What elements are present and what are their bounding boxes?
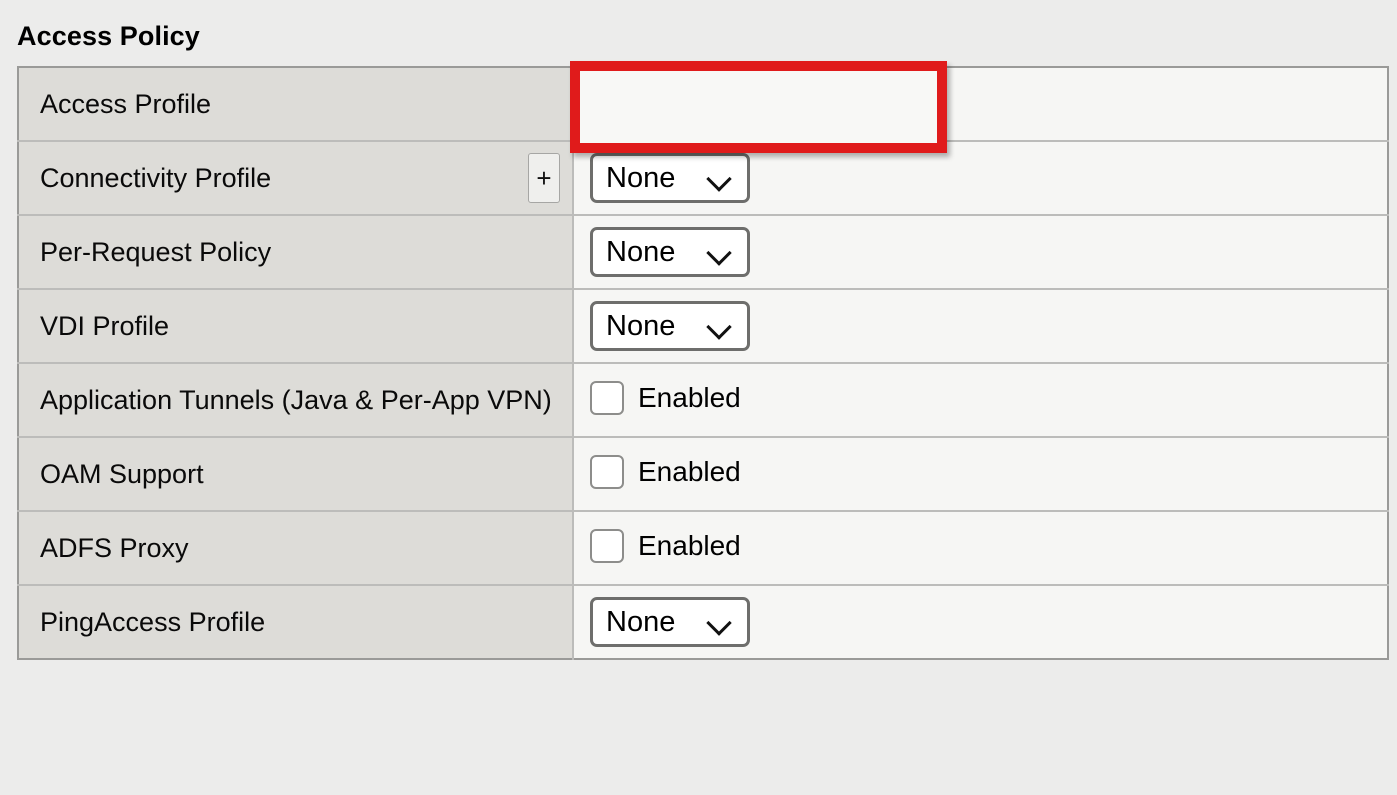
- adfs-proxy-checkbox-label: Enabled: [638, 529, 741, 561]
- row-label: Connectivity Profile: [40, 163, 272, 193]
- row-label: Access Profile: [40, 89, 212, 119]
- table-row: VDI Profile None: [18, 288, 1388, 363]
- table-row: Connectivity Profile + None: [18, 140, 1388, 215]
- application-tunnels-checkbox-label: Enabled: [638, 381, 741, 413]
- adfs-proxy-checkbox-group: Enabled: [590, 528, 741, 563]
- row-label: Application Tunnels (Java & Per-App VPN): [40, 385, 552, 415]
- row-value-cell-adfs-proxy: Enabled: [573, 510, 1388, 585]
- row-label: PingAccess Profile: [40, 607, 266, 637]
- row-value-cell-oam-support: Enabled: [573, 436, 1388, 511]
- row-value-cell-pingaccess-profile: None: [573, 584, 1388, 659]
- oam-support-checkbox-group: Enabled: [590, 454, 741, 489]
- row-label-cell-per-request-policy: Per-Request Policy: [18, 214, 574, 289]
- per-request-policy-select-value: None: [606, 236, 676, 268]
- row-value-cell-connectivity-profile: None: [573, 140, 1388, 215]
- access-profile-select-value: MyExpenses: [606, 88, 773, 120]
- application-tunnels-checkbox[interactable]: [590, 380, 624, 415]
- row-label: Per-Request Policy: [40, 237, 272, 267]
- row-label-cell-application-tunnels: Application Tunnels (Java & Per-App VPN): [18, 362, 574, 437]
- row-label: ADFS Proxy: [40, 533, 189, 563]
- row-value-cell-application-tunnels: Enabled: [573, 362, 1388, 437]
- vdi-profile-select-value: None: [606, 310, 676, 342]
- row-label-cell-connectivity-profile: Connectivity Profile +: [18, 140, 574, 215]
- chevron-down-icon: [707, 170, 733, 186]
- oam-support-checkbox-label: Enabled: [638, 455, 741, 487]
- add-connectivity-profile-button[interactable]: +: [528, 153, 560, 203]
- row-label-cell-adfs-proxy: ADFS Proxy: [18, 510, 574, 585]
- table-row: PingAccess Profile None: [18, 584, 1388, 659]
- row-label-cell-vdi-profile: VDI Profile: [18, 288, 574, 363]
- table-row: Per-Request Policy None: [18, 214, 1388, 289]
- row-label-cell-access-profile: Access Profile: [18, 67, 574, 141]
- vdi-profile-select[interactable]: None: [590, 301, 750, 351]
- pingaccess-profile-select-value: None: [606, 606, 676, 638]
- row-value-cell-per-request-policy: None: [573, 214, 1388, 289]
- page-title: Access Policy: [17, 21, 200, 51]
- row-label: VDI Profile: [40, 311, 170, 341]
- application-tunnels-checkbox-group: Enabled: [590, 380, 741, 415]
- access-profile-select[interactable]: MyExpenses: [590, 79, 926, 129]
- pingaccess-profile-select[interactable]: None: [590, 597, 750, 647]
- row-value-cell-access-profile: MyExpenses: [573, 67, 1388, 141]
- chevron-down-icon: [883, 96, 909, 112]
- oam-support-checkbox[interactable]: [590, 454, 624, 489]
- connectivity-profile-select-value: None: [606, 162, 676, 194]
- row-label-cell-oam-support: OAM Support: [18, 436, 574, 511]
- row-value-cell-vdi-profile: None: [573, 288, 1388, 363]
- chevron-down-icon: [707, 614, 733, 630]
- access-policy-table: Access Profile MyExpenses Connectivity P…: [17, 66, 1389, 660]
- chevron-down-icon: [707, 318, 733, 334]
- access-policy-table-body: Access Profile MyExpenses Connectivity P…: [18, 67, 1388, 659]
- chevron-down-icon: [707, 244, 733, 260]
- table-row: Access Profile MyExpenses: [18, 67, 1388, 141]
- table-row: Application Tunnels (Java & Per-App VPN)…: [18, 362, 1388, 437]
- row-label: OAM Support: [40, 459, 204, 489]
- table-row: OAM Support Enabled: [18, 436, 1388, 511]
- per-request-policy-select[interactable]: None: [590, 227, 750, 277]
- row-label-cell-pingaccess-profile: PingAccess Profile: [18, 584, 574, 659]
- access-policy-page: Access Policy Access Profile MyExpenses: [0, 0, 1397, 795]
- table-row: ADFS Proxy Enabled: [18, 510, 1388, 585]
- connectivity-profile-select[interactable]: None: [590, 153, 750, 203]
- adfs-proxy-checkbox[interactable]: [590, 528, 624, 563]
